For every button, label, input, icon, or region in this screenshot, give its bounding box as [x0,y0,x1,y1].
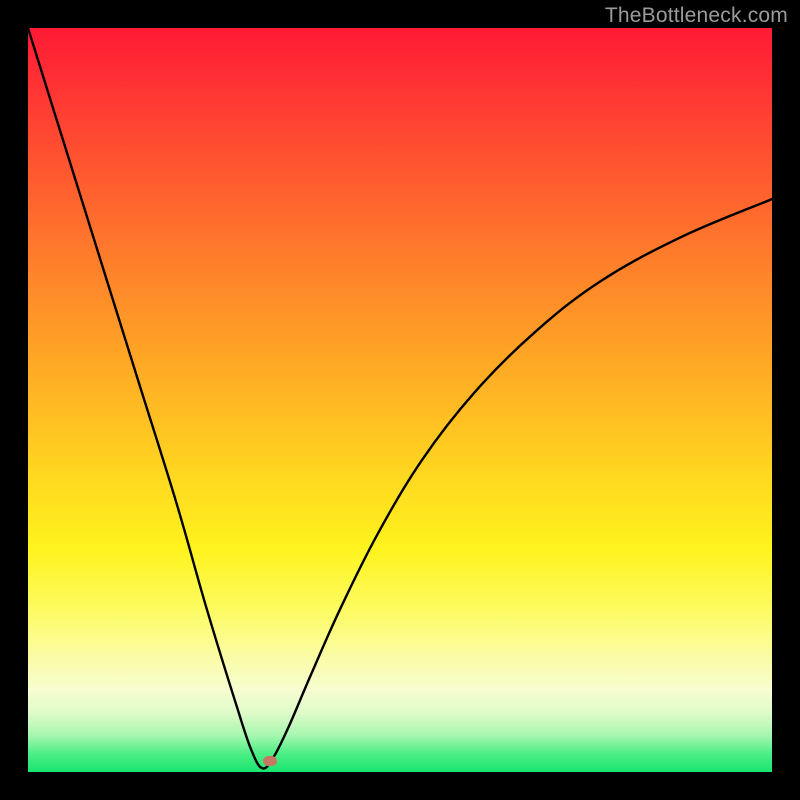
plot-area [28,28,772,772]
bottleneck-curve [28,28,772,772]
chart-stage: TheBottleneck.com [0,0,800,800]
watermark-text: TheBottleneck.com [605,4,788,28]
minimum-marker [263,756,277,766]
